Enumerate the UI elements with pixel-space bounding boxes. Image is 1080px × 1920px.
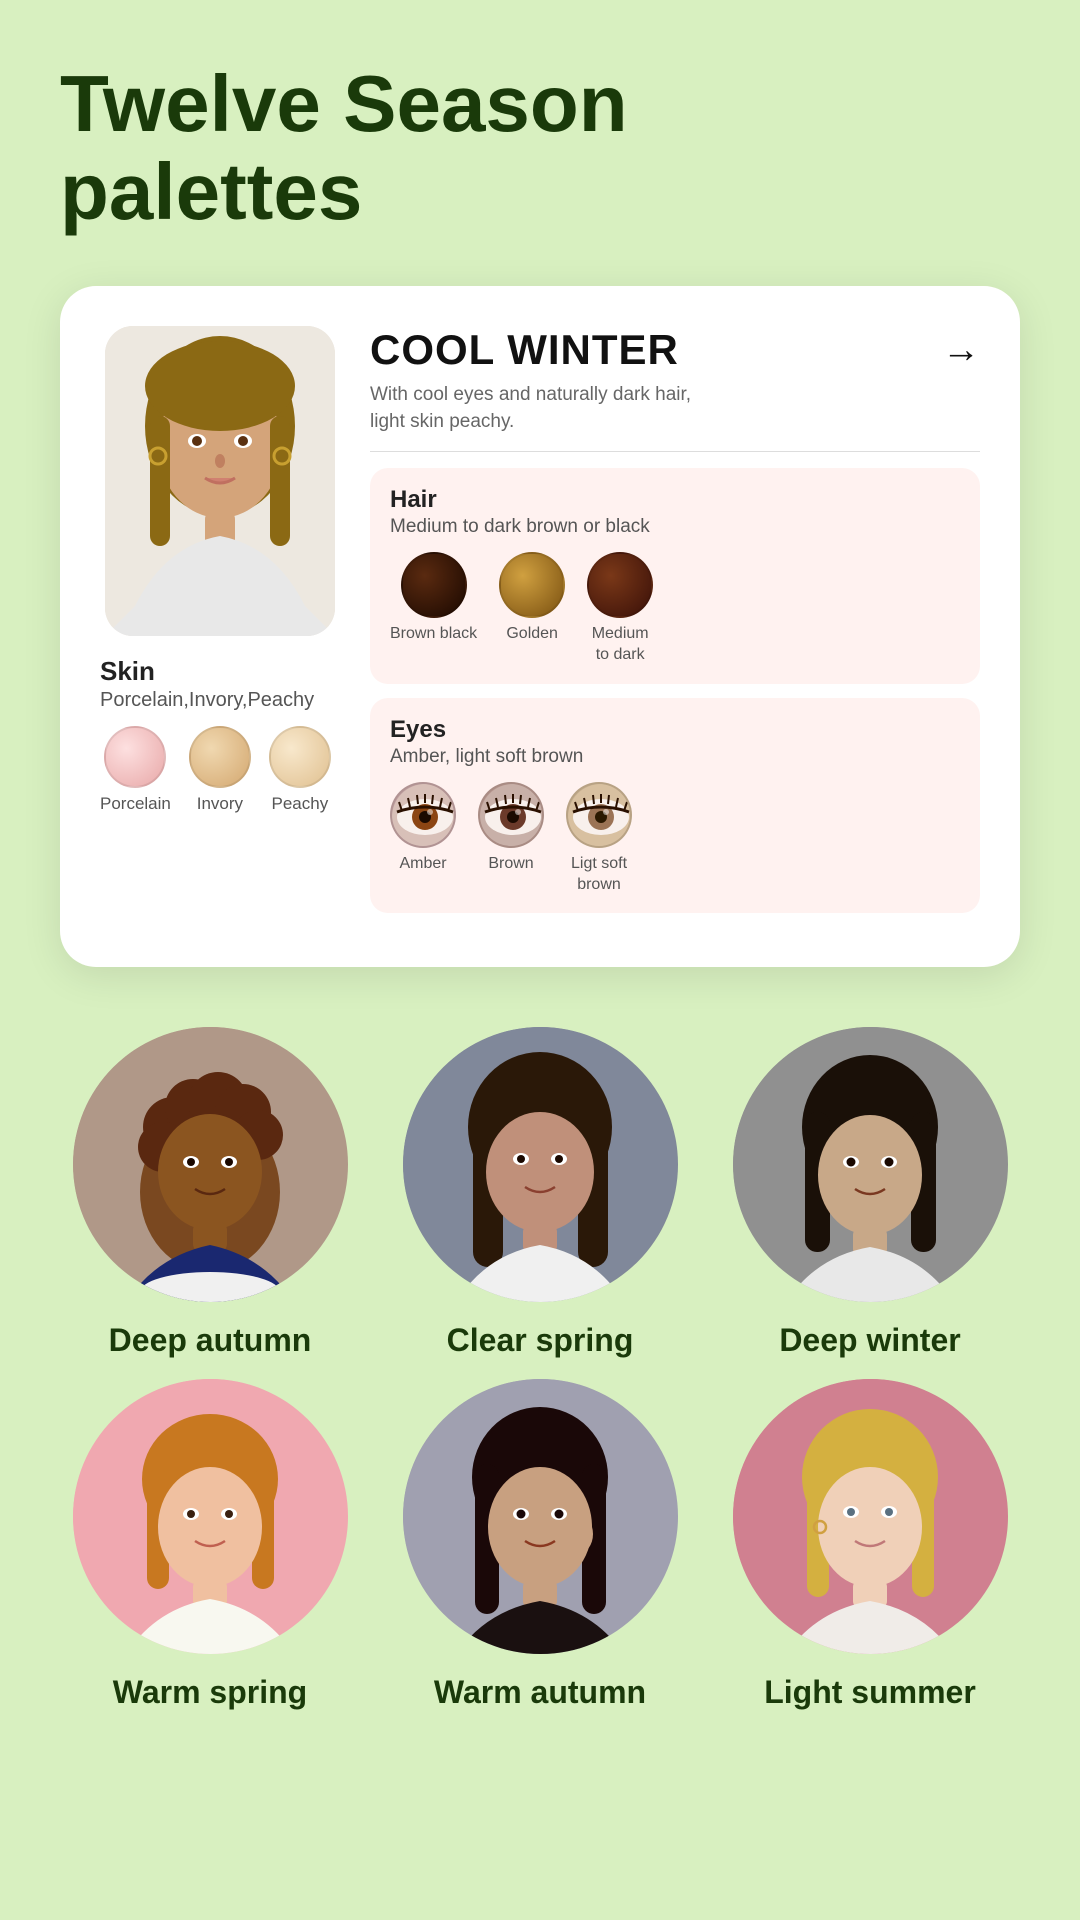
eyes-label-brown: Brown (488, 854, 533, 875)
hair-swatches: Brown black Golden Medium to dark (390, 552, 960, 666)
season-item-deep-winter[interactable]: Deep winter (710, 1027, 1030, 1359)
card-left: Skin Porcelain,Invory,Peachy Porcelain I… (100, 326, 340, 927)
eyes-label-amber: Amber (399, 854, 446, 875)
card-header: COOL WINTER → (370, 326, 980, 374)
season-item-clear-spring[interactable]: Clear spring (380, 1027, 700, 1359)
eyes-swatch-amber: Amber (390, 782, 456, 896)
season-photo-deep-autumn (73, 1027, 348, 1302)
season-name-warm-autumn: Warm autumn (434, 1674, 646, 1711)
hair-color-golden (499, 552, 565, 618)
season-item-deep-autumn[interactable]: Deep autumn (50, 1027, 370, 1359)
main-card: Skin Porcelain,Invory,Peachy Porcelain I… (60, 286, 1020, 967)
season-item-warm-autumn[interactable]: Warm autumn (380, 1379, 700, 1711)
swatch-label-invory: Invory (197, 794, 243, 814)
eyes-label-lightsoftbrown: Ligt soft brown (571, 854, 627, 896)
hair-section: Hair Medium to dark brown or black Brown… (370, 468, 980, 684)
skin-section: Skin Porcelain,Invory,Peachy Porcelain I… (100, 656, 340, 822)
swatch-porcelain: Porcelain (100, 726, 171, 814)
season-name-warm-spring: Warm spring (113, 1674, 307, 1711)
season-name-deep-winter: Deep winter (779, 1322, 960, 1359)
swatch-label-porcelain: Porcelain (100, 794, 171, 814)
swatch-peachy: Peachy (269, 726, 331, 814)
hair-swatch-golden: Golden (499, 552, 565, 666)
hair-color-mediumdark (587, 552, 653, 618)
eyes-swatches: Amber (390, 782, 960, 896)
eyes-color-lightsoftbrown (566, 782, 632, 848)
eyes-subtitle: Amber, light soft brown (390, 746, 960, 768)
season-item-warm-spring[interactable]: Warm spring (50, 1379, 370, 1711)
season-name-clear-spring: Clear spring (447, 1322, 634, 1359)
eyes-title: Eyes (390, 716, 960, 744)
eyes-swatch-brown: Brown (478, 782, 544, 896)
skin-swatches: Porcelain Invory Peachy (100, 726, 340, 814)
hair-label-mediumdark: Medium to dark (592, 624, 649, 666)
hair-swatch-brownblack: Brown black (390, 552, 477, 666)
hair-label-brownblack: Brown black (390, 624, 477, 645)
hair-title: Hair (390, 486, 960, 514)
person-photo (105, 326, 335, 636)
season-desc: With cool eyes and naturally dark hair, … (370, 382, 980, 435)
card-right: COOL WINTER → With cool eyes and natural… (370, 326, 980, 927)
divider (370, 451, 980, 452)
season-photo-warm-spring (73, 1379, 348, 1654)
hair-swatch-mediumdark: Medium to dark (587, 552, 653, 666)
eyes-color-amber (390, 782, 456, 848)
season-photo-warm-autumn (403, 1379, 678, 1654)
season-photo-deep-winter (733, 1027, 1008, 1302)
swatch-label-peachy: Peachy (272, 794, 329, 814)
hair-subtitle: Medium to dark brown or black (390, 516, 960, 538)
season-name-light-summer: Light summer (764, 1674, 976, 1711)
arrow-icon[interactable]: → (942, 329, 980, 372)
season-name-deep-autumn: Deep autumn (109, 1322, 312, 1359)
season-title: COOL WINTER (370, 326, 679, 374)
skin-title: Skin (100, 656, 340, 687)
swatch-color-porcelain (104, 726, 166, 788)
season-photo-clear-spring (403, 1027, 678, 1302)
seasons-grid: Deep autumn Clear (0, 1007, 1080, 1751)
season-item-light-summer[interactable]: Light summer (710, 1379, 1030, 1711)
eyes-section: Eyes Amber, light soft brown (370, 698, 980, 914)
season-photo-light-summer (733, 1379, 1008, 1654)
skin-subtitle: Porcelain,Invory,Peachy (100, 689, 340, 712)
swatch-invory: Invory (189, 726, 251, 814)
eyes-color-brown (478, 782, 544, 848)
swatch-color-invory (189, 726, 251, 788)
swatch-color-peachy (269, 726, 331, 788)
hair-color-brownblack (401, 552, 467, 618)
page-title: Twelve Season palettes (0, 0, 1080, 266)
eyes-swatch-lightsoftbrown: Ligt soft brown (566, 782, 632, 896)
hair-label-golden: Golden (506, 624, 558, 645)
